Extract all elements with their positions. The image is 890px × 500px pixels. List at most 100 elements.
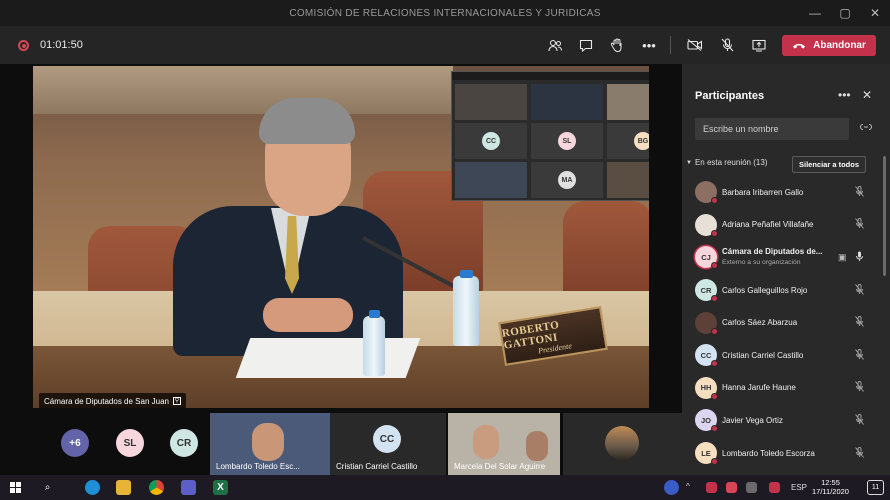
participant-subtitle: Externo a su organización [722,259,801,267]
pip-avatar: BG [634,132,649,150]
mic-off-icon[interactable] [855,218,864,231]
participant-row[interactable]: HH Hanna Jarufe Haune [682,372,890,405]
main-speaker-video: ROBERTO GATTONI Presidente CC SL BG MA C… [33,66,649,408]
mic-off-icon[interactable] [855,316,864,329]
in-meeting-section[interactable]: ▼ En esta reunión (13) [686,158,767,167]
raise-hand-icon[interactable] [608,36,626,54]
mic-on-icon[interactable] [855,251,864,264]
teams-icon[interactable] [181,480,196,495]
mic-off-icon[interactable] [855,348,864,362]
participant-tile-name: Marcela Del Solar Aguirre [454,462,546,471]
window-controls: — ▢ ✕ [800,0,890,26]
participant-avatar: CR [695,279,718,303]
phone-hangup-icon [793,43,806,49]
participant-avatar: CJ [695,246,718,270]
more-options-icon[interactable]: ••• [640,36,658,54]
windows-start-icon[interactable] [8,480,23,495]
edge-icon[interactable] [85,480,100,495]
participant-row[interactable]: CC Cristian Carriel Castillo [682,339,890,372]
shared-screen-preview[interactable]: CC SL BG MA [451,71,649,201]
recording-icon [18,40,29,51]
panel-title: Participantes [695,90,765,102]
mic-off-icon[interactable] [855,446,864,460]
participants-icon[interactable] [546,36,564,54]
chrome-icon[interactable] [149,480,164,495]
clock-date: 17/11/2020 [812,487,849,496]
mic-off-icon[interactable] [718,36,736,54]
maximize-button[interactable]: ▢ [830,0,860,26]
participant-tile-name: Lombardo Toledo Esc... [216,462,300,471]
participant-avatar[interactable]: CR [170,429,198,457]
tray-app-icon[interactable] [769,482,780,493]
tray-app-icon[interactable] [746,482,757,493]
participant-name: Carlos Sáez Abarzua [722,318,798,328]
participant-search-input[interactable] [695,118,849,140]
participant-video-tile[interactable]: Marcela Del Solar Aguirre [448,413,560,475]
pip-avatar-tile: CC [455,123,527,159]
search-icon[interactable]: ⌕ [40,480,55,495]
participant-row[interactable]: Carlos Sáez Abarzua [682,306,890,339]
toolbar-divider [670,36,671,54]
meeting-toolbar: 01:01:50 ••• Abandonar [0,26,890,64]
share-invite-icon[interactable] [860,122,872,135]
tray-chevron-icon[interactable]: ^ [686,482,690,491]
pin-icon: ⚲ [172,397,181,405]
participant-name: Cámara de Diputados de... [722,247,823,257]
pip-video-tile [607,162,649,198]
pip-avatar-tile: SL [531,123,603,159]
tray-app-icon[interactable] [706,482,717,493]
water-bottle [453,270,479,346]
mic-off-icon[interactable] [855,283,864,297]
camera-off-icon[interactable] [686,36,704,54]
tray-app-icon[interactable] [664,480,679,495]
meeting-timer: 01:01:50 [40,39,83,51]
window-titlebar: COMISIÓN DE RELACIONES INTERNACIONALES Y… [0,0,890,26]
participant-video-tile[interactable]: Lombardo Toledo Esc... [210,413,330,475]
video-upper-desk [33,66,453,114]
overflow-participants-badge[interactable]: +6 [61,429,89,457]
participants-panel: Participantes ••• ✕ ▼ En esta reunión (1… [682,64,890,475]
participant-row[interactable]: CJ Cámara de Diputados de... Externo a su … [682,241,890,274]
participant-name: Lombardo Toledo Escorza [722,448,815,458]
file-explorer-icon[interactable] [116,480,131,495]
participant-row[interactable]: Barbara Iribarren Gallo [682,176,890,209]
participant-row[interactable]: Adriana Peñafiel Villafañe [682,209,890,242]
participant-avatar-tile[interactable]: CC Cristian Carriel Castillo [330,413,446,475]
leave-button[interactable]: Abandonar [782,35,876,56]
minimize-button[interactable]: — [800,0,830,26]
participant-row[interactable]: JO Javier Vega Ortiz [682,404,890,437]
participant-row[interactable]: LE Lombardo Toledo Escorza [682,437,890,470]
participant-avatar: HH [695,376,718,400]
chat-icon[interactable] [577,36,595,54]
excel-icon[interactable]: X [213,480,228,495]
speaker-name-label: Cámara de Diputados de San Juan ⚲ [39,393,186,408]
pip-avatar-tile: MA [531,162,603,198]
close-window-button[interactable]: ✕ [860,0,890,26]
speaker-hair [259,98,355,144]
participant-avatar: CC [373,425,401,453]
notifications-icon[interactable]: 11 [867,480,884,495]
participant-name: Cristian Carriel Castillo [722,350,804,360]
participant-face [252,423,284,461]
participant-photo [605,426,639,460]
language-indicator[interactable]: ESP [791,483,807,492]
mic-off-icon[interactable] [855,185,864,199]
share-screen-icon[interactable] [750,36,768,54]
status-dot [711,458,718,466]
mic-off-icon[interactable] [855,381,864,394]
tray-app-icon[interactable] [726,482,737,493]
mic-off-icon[interactable] [855,414,864,427]
panel-close-icon[interactable]: ✕ [862,88,872,102]
participant-photo-tile[interactable] [563,413,682,475]
participant-row[interactable]: CR Carlos Galleguillos Rojo [682,274,890,307]
participant-avatar[interactable]: SL [116,429,144,457]
participant-name: Hanna Jarufe Haune [722,383,796,393]
mute-all-button[interactable]: Silenciar a todos [792,156,866,173]
taskbar-clock[interactable]: 12:55 17/11/2020 [812,478,849,496]
participant-tile-name: Cristian Carriel Castillo [336,462,418,471]
window-title: COMISIÓN DE RELACIONES INTERNACIONALES Y… [289,7,601,19]
water-bottle-small [363,310,385,376]
status-dot [711,262,718,270]
panel-more-icon[interactable]: ••• [838,88,851,102]
pip-avatar-tile: BG [607,123,649,159]
